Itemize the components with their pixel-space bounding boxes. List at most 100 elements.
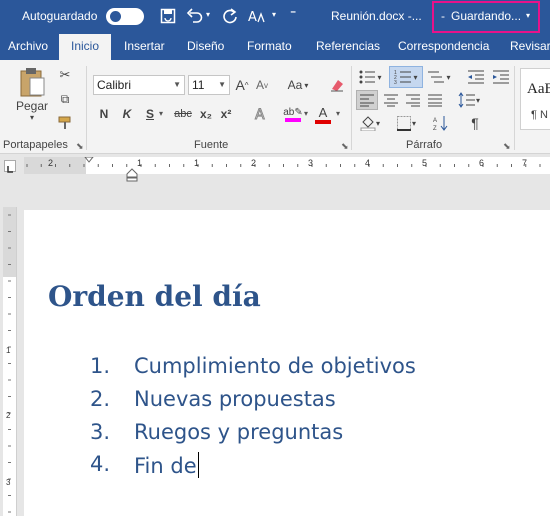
cut-icon[interactable]: ✂ <box>56 66 74 84</box>
tab-selector-icon[interactable] <box>4 160 16 173</box>
ruler-mark: 2 <box>251 158 257 168</box>
autosave-toggle[interactable] <box>106 8 144 25</box>
saving-dropdown-icon: ▾ <box>526 11 531 20</box>
tab-correspondencia[interactable]: Correspondencia <box>398 34 489 60</box>
align-right-icon[interactable] <box>402 90 424 110</box>
save-icon[interactable] <box>160 8 176 24</box>
strikethrough-button[interactable]: abc <box>172 105 194 123</box>
clipboard-icon <box>20 68 45 97</box>
bullets-icon[interactable]: ▾ <box>357 67 383 87</box>
font-color-button[interactable]: A <box>314 103 332 125</box>
text-cursor <box>197 452 199 478</box>
align-center-icon[interactable] <box>380 90 402 110</box>
bold-button[interactable]: N <box>97 105 111 123</box>
ruler-mark: 7 <box>522 158 528 168</box>
chevron-down-icon: ▼ <box>173 80 181 89</box>
increase-indent-icon[interactable] <box>491 67 511 87</box>
saving-status: Guardando... <box>451 9 522 23</box>
sort-icon[interactable]: AZ <box>432 113 450 133</box>
justify-icon[interactable] <box>424 90 446 110</box>
group-label-paragraph: Párrafo <box>406 139 443 151</box>
vertical-ruler[interactable]: 1 2 3 <box>3 207 17 516</box>
underline-dropdown-icon[interactable]: ▾ <box>159 109 163 118</box>
font-color-dropdown-icon[interactable]: ▾ <box>336 109 340 118</box>
clipboard-launcher-icon[interactable]: ⬊ <box>76 141 84 152</box>
style-normal[interactable]: AaB ¶ N <box>520 68 550 130</box>
copy-icon[interactable]: ⧉ <box>56 90 74 108</box>
ruler-mark: 2 <box>48 158 54 168</box>
autosave-label: Autoguardado <box>22 9 98 23</box>
underline-button[interactable]: S <box>143 105 157 123</box>
italic-button[interactable]: K <box>120 105 134 123</box>
paste-button[interactable]: Pegar ▾ <box>12 66 52 122</box>
shrink-font-button[interactable]: Av <box>254 75 270 95</box>
font-size-combo[interactable]: 11 ▼ <box>188 75 230 95</box>
hanging-indent-icon[interactable] <box>126 168 138 182</box>
tab-archivo[interactable]: Archivo <box>8 34 48 60</box>
title-bar: Autoguardado ▾ A ▾ ⁼ Reunión.docx -... -… <box>0 0 550 34</box>
change-case-label: Aa <box>287 78 303 92</box>
format-painter-icon[interactable] <box>56 114 74 132</box>
first-line-indent-icon[interactable] <box>84 157 94 163</box>
numbering-icon[interactable]: 123 ▾ <box>389 66 423 88</box>
chevron-down-icon: ▼ <box>218 80 226 89</box>
highlight-button[interactable]: ab✎ <box>280 103 306 125</box>
list-item[interactable]: Cumplimiento de objetivos <box>134 354 416 378</box>
multilevel-list-icon[interactable]: ▾ <box>426 67 452 87</box>
undo-icon[interactable] <box>186 8 204 24</box>
svg-text:A: A <box>433 118 437 124</box>
tab-formato[interactable]: Formato <box>247 34 292 60</box>
font-size-value: 11 <box>192 78 205 92</box>
ruler-mark: 6 <box>479 158 485 168</box>
touch-mode-icon[interactable]: A <box>247 7 269 25</box>
text-effects-icon[interactable]: A <box>248 105 274 123</box>
document-heading[interactable]: Orden del día <box>48 280 261 313</box>
list-number: 3. <box>90 420 111 444</box>
change-case-button[interactable]: Aa ▾ <box>283 75 313 95</box>
separator <box>514 66 515 150</box>
list-item[interactable]: Fin de <box>134 452 199 478</box>
svg-text:A: A <box>255 107 265 122</box>
document-page[interactable]: Orden del día 1. Cumplimiento de objetiv… <box>24 210 550 516</box>
tab-diseno[interactable]: Diseño <box>187 34 224 60</box>
grow-font-button[interactable]: A ^ <box>234 75 250 95</box>
borders-icon[interactable]: ▾ <box>392 113 420 133</box>
saving-status-box[interactable]: - Guardando... ▾ <box>432 1 540 33</box>
undo-dropdown-icon[interactable]: ▾ <box>206 10 210 19</box>
ruler-ticks <box>26 164 541 167</box>
svg-text:3: 3 <box>394 80 397 85</box>
group-label-font: Fuente <box>194 139 229 151</box>
touch-dropdown-icon[interactable]: ▾ <box>272 10 276 19</box>
subscript-button[interactable]: x₂ <box>198 105 214 123</box>
tab-inicio[interactable]: Inicio <box>59 34 112 60</box>
clear-formatting-icon[interactable] <box>327 75 347 95</box>
separator <box>351 66 352 150</box>
redo-icon[interactable] <box>222 8 238 24</box>
align-left-icon[interactable] <box>356 90 378 110</box>
ruler-mark: 3 <box>308 158 314 168</box>
paragraph-launcher-icon[interactable]: ⬊ <box>503 141 511 152</box>
vertical-ruler-mark: 3 <box>6 478 11 487</box>
font-launcher-icon[interactable]: ⬊ <box>341 141 349 152</box>
shading-icon[interactable]: ▾ <box>357 113 383 133</box>
show-formatting-button[interactable]: ¶ <box>466 113 484 133</box>
superscript-button[interactable]: x² <box>218 105 234 123</box>
ruler-track[interactable]: 2 1 1 2 3 4 5 6 7 <box>24 157 550 174</box>
list-item-text: Fin de <box>134 454 197 478</box>
tab-referencias[interactable]: Referencias <box>316 34 380 60</box>
tab-revisar[interactable]: Revisar <box>510 34 550 60</box>
list-item[interactable]: Ruegos y preguntas <box>134 420 343 444</box>
font-name-combo[interactable]: Calibri ▼ <box>93 75 185 95</box>
list-item[interactable]: Nuevas propuestas <box>134 387 336 411</box>
customize-icon[interactable]: ⁼ <box>290 7 296 21</box>
highlight-dropdown-icon[interactable]: ▾ <box>304 109 308 118</box>
svg-text:A: A <box>248 10 257 25</box>
decrease-indent-icon[interactable] <box>466 67 486 87</box>
highlight-color-swatch <box>285 117 301 122</box>
line-spacing-icon[interactable]: ▾ <box>455 90 483 110</box>
tab-insertar[interactable]: Insertar <box>124 34 165 60</box>
ribbon-tabs: Archivo Inicio Insertar Diseño Formato R… <box>0 34 550 60</box>
svg-text:Z: Z <box>433 126 437 131</box>
document-title: Reunión.docx -... <box>331 9 422 23</box>
list-number: 1. <box>90 354 111 378</box>
